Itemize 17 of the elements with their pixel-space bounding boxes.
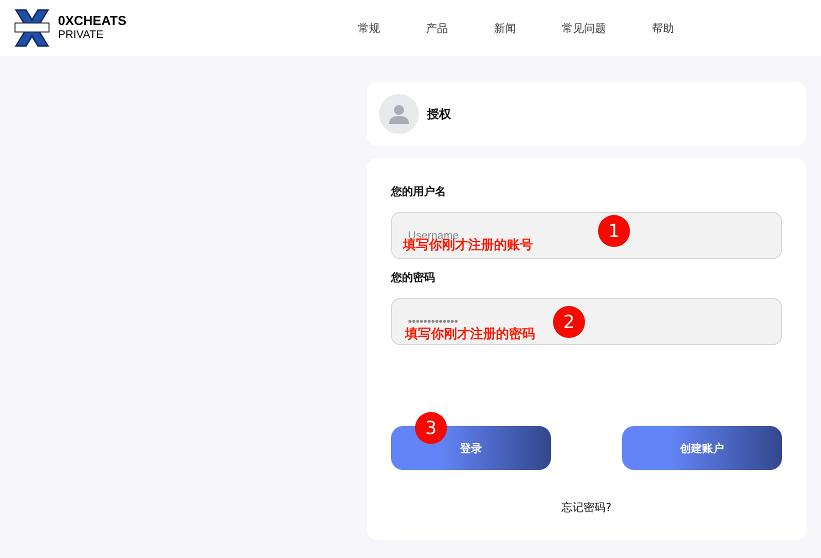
annotation-text: 填写你刚才注册的密码 [405,326,535,343]
avatar-icon [379,94,419,134]
auth-title: 授权 [427,106,451,122]
annotation-text: 填写你刚才注册的账号 [403,238,533,254]
logo-icon [14,8,50,48]
nav-link[interactable]: 常见问题 [562,20,606,36]
nav-link[interactable]: 帮助 [652,20,674,36]
nav-link[interactable]: 产品 [426,20,448,36]
step-badge: 3 [415,412,447,444]
nav-link[interactable]: 常规 [358,20,380,36]
nav-link[interactable]: 新闻 [494,20,516,36]
field-label: 您的用户名 [391,184,447,199]
register-button[interactable]: 创建账户 [622,426,782,470]
brand-name: 0XCHEATS [58,13,126,28]
brand-subtitle: PRIVATE [58,28,104,43]
forgot-password-link[interactable]: 忘记密码? [562,500,612,515]
field-label: 您的密码 [391,270,436,285]
